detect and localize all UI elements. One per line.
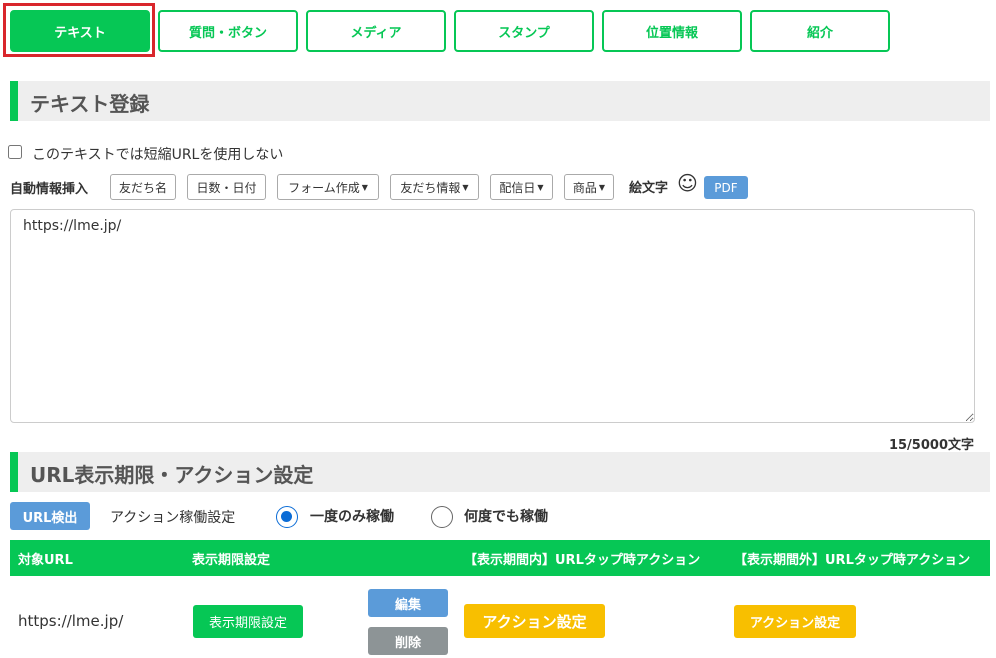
tab-question-button[interactable]: 質問・ボタン [158,10,298,52]
insert-days-date-label: 日数・日付 [196,180,257,195]
insert-friend-name-label: 友だち名 [118,180,167,195]
radio-always-label: 何度でも稼働 [464,509,548,525]
tab-stamp[interactable]: スタンプ [454,10,594,52]
chevron-down-icon: ▼ [462,182,469,192]
product-dropdown[interactable]: 商品 ▼ [564,174,614,200]
delivery-date-dropdown[interactable]: 配信日 ▼ [490,174,553,200]
section-accent-bar [10,81,18,121]
url-check-button[interactable]: URL検出 [10,502,90,530]
text-section-header: テキスト登録 [10,81,990,121]
url-section-title: URL表示期限・アクション設定 [30,463,314,487]
pdf-button[interactable]: PDF [704,176,748,199]
radio-once-label: 一度のみ稼働 [310,509,394,525]
url-section-header: URL表示期限・アクション設定 [10,452,990,492]
radio-once[interactable] [276,506,298,528]
message-textarea[interactable] [10,209,975,423]
form-create-dropdown[interactable]: フォーム作成 ▼ [277,174,379,200]
product-label: 商品 [572,180,597,195]
tab-location[interactable]: 位置情報 [602,10,742,52]
char-count: 15/5000文字 [888,438,974,453]
smiley-icon[interactable]: ☺ [677,170,698,196]
delete-button[interactable]: 削除 [368,627,448,655]
header-action-out-period: 【表示期間外】URLタップ時アクション [734,552,971,568]
friend-info-dropdown[interactable]: 友だち情報 ▼ [390,174,479,200]
action-mode-label: アクション稼働設定 [110,510,236,526]
chevron-down-icon: ▼ [598,182,606,192]
tab-media[interactable]: メディア [306,10,446,52]
delivery-date-label: 配信日 [499,180,536,195]
text-section-title: テキスト登録 [30,92,150,116]
emoji-label: 絵文字 [629,181,669,196]
action-in-period-button[interactable]: アクション設定 [464,604,605,638]
insert-days-date-button[interactable]: 日数・日付 [187,174,266,200]
friend-info-label: 友だち情報 [400,180,461,195]
tab-introduction[interactable]: 紹介 [750,10,890,52]
no-short-url-checkbox[interactable] [8,145,22,159]
chevron-down-icon: ▼ [537,182,544,192]
action-out-period-button[interactable]: アクション設定 [734,605,856,638]
header-display-period: 表示期限設定 [192,552,271,568]
chevron-down-icon: ▼ [361,182,368,192]
radio-always[interactable] [431,506,453,528]
form-create-label: フォーム作成 [288,180,360,195]
no-short-url-label: このテキストでは短縮URLを使用しない [32,147,284,163]
header-action-in-period: 【表示期間内】URLタップ時アクション [464,552,701,568]
edit-button[interactable]: 編集 [368,589,448,617]
row-target-url: https://lme.jp/ [18,612,124,630]
tab-text[interactable]: テキスト [10,10,150,52]
header-target-url: 対象URL [18,552,73,568]
section-accent-bar [10,452,18,492]
auto-insert-label: 自動情報挿入 [10,182,89,197]
display-period-button[interactable]: 表示期限設定 [193,605,303,638]
insert-friend-name-button[interactable]: 友だち名 [110,174,176,200]
